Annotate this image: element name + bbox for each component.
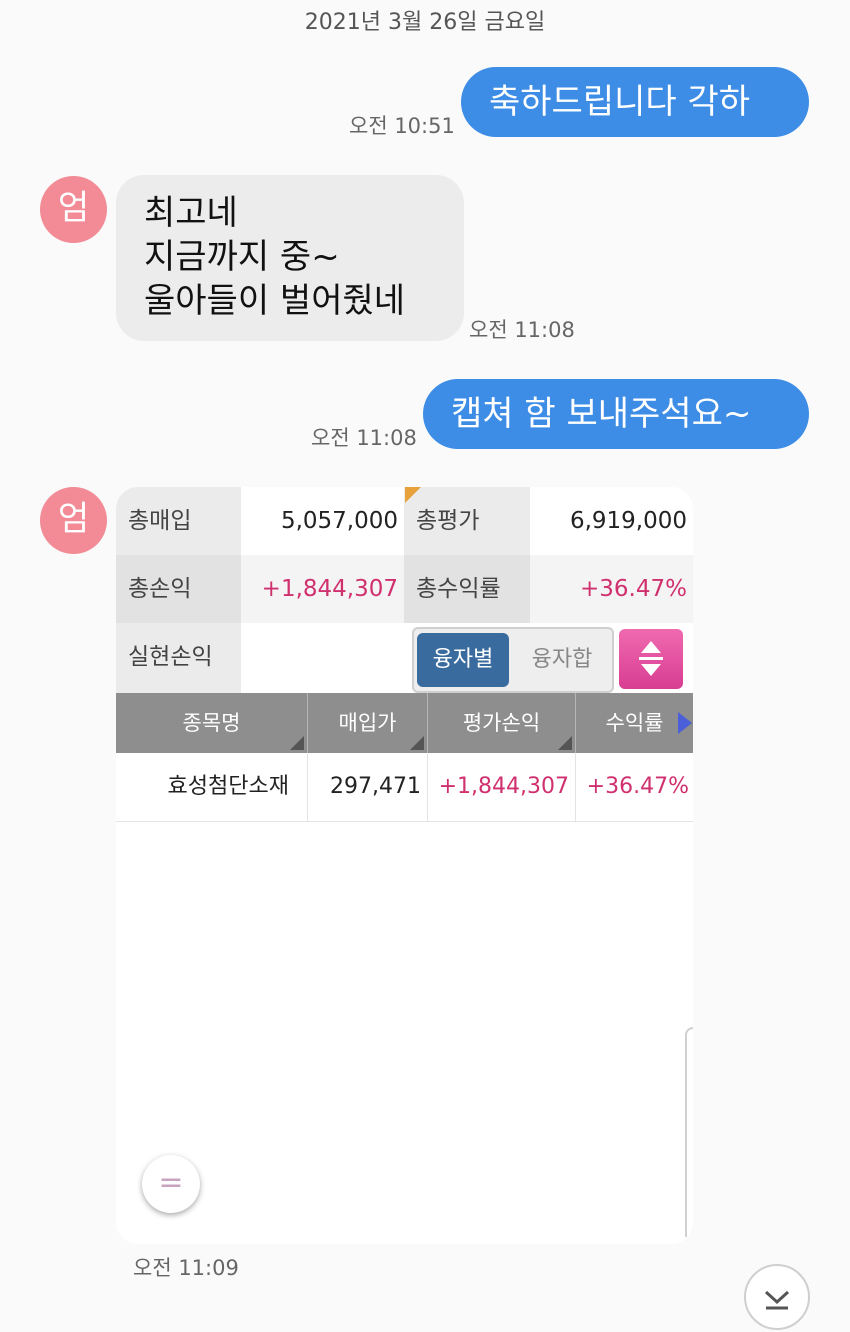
avatar-initial: 엄 (57, 499, 90, 539)
column-header-name[interactable]: 종목명 (116, 693, 308, 753)
message-text: 캡쳐 함 보내주석요~ (451, 394, 752, 434)
outgoing-message-bubble[interactable]: 축하드립니다 각하 (461, 67, 809, 137)
total-pnl-label: 총손익 (116, 555, 241, 623)
total-return-label: 총수익률 (404, 555, 530, 623)
incoming-message-bubble[interactable]: 최고네 지금까지 중~ 울아들이 벌어줬네 (116, 175, 464, 341)
column-header-return[interactable]: 수익률 (576, 693, 693, 753)
column-header-pnl[interactable]: 평가손익 (428, 693, 576, 753)
cell-return: +36.47% (586, 774, 689, 799)
scroll-to-bottom-button[interactable] (744, 1264, 810, 1330)
message-text: 축하드립니다 각하 (489, 82, 751, 122)
message-line: 최고네 (144, 193, 238, 233)
chevron-down-icon (764, 1290, 790, 1310)
triangle-right-icon[interactable] (678, 712, 692, 734)
sort-button[interactable] (619, 629, 683, 689)
table-row[interactable]: 효성첨단소재 297,471 +1,844,307 +36.47% (116, 753, 693, 822)
scroll-indicator (685, 1027, 693, 1237)
date-header: 2021년 3월 26일 금요일 (304, 10, 546, 35)
contact-avatar[interactable]: 엄 (40, 176, 107, 243)
message-line: 울아들이 벌어줬네 (144, 281, 406, 321)
toggle-by-loan[interactable]: 융자별 (417, 633, 509, 687)
message-time: 오전 11:08 (311, 426, 417, 450)
total-eval-value: 6,919,000 (530, 487, 693, 555)
outgoing-message-bubble[interactable]: 캡쳐 함 보내주석요~ (423, 379, 809, 449)
menu-fab-button[interactable]: = (142, 1155, 200, 1213)
total-eval-label: 총평가 (404, 487, 530, 555)
realized-pnl-label: 실현손익 (116, 623, 241, 693)
cell-buy-price: 297,471 (308, 753, 428, 821)
message-time: 오전 11:09 (133, 1256, 239, 1280)
total-return-value: +36.47% (530, 555, 693, 623)
loan-toggle[interactable]: 융자별 융자합 (412, 627, 614, 693)
column-header-buy-price[interactable]: 매입가 (308, 693, 428, 753)
total-purchase-value: 5,057,000 (241, 487, 404, 555)
cell-pnl: +1,844,307 (428, 753, 576, 821)
equals-icon: = (158, 1165, 184, 1200)
message-time: 오전 11:08 (469, 318, 575, 342)
toggle-loan-sum[interactable]: 융자합 (514, 633, 610, 687)
message-time: 오전 10:51 (349, 114, 455, 138)
up-down-arrows-icon (639, 641, 663, 676)
avatar-initial: 엄 (57, 188, 90, 228)
total-pnl-value: +1,844,307 (241, 555, 404, 623)
contact-avatar[interactable]: 엄 (40, 487, 107, 554)
image-attachment[interactable]: 총매입 5,057,000 총평가 6,919,000 총손익 +1,844,3… (116, 487, 693, 1244)
cell-stock-name: 효성첨단소재 (116, 753, 308, 821)
realized-pnl-value (241, 623, 404, 693)
marker-icon (405, 487, 421, 503)
total-purchase-label: 총매입 (116, 487, 241, 555)
message-line: 지금까지 중~ (144, 237, 340, 277)
table-header: 종목명 매입가 평가손익 수익률 (116, 693, 693, 753)
